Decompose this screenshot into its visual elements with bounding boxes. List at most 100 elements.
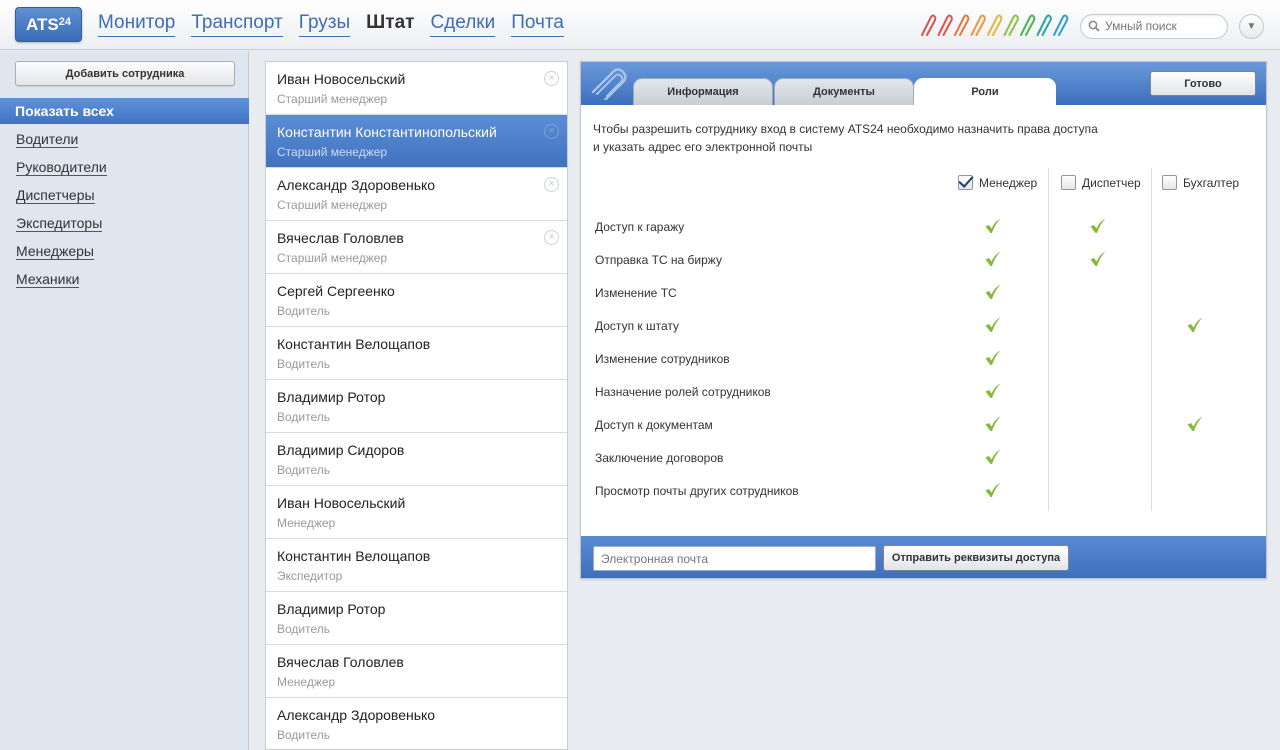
employee-role: Экспедитор <box>277 569 343 583</box>
remove-icon[interactable]: × <box>544 124 559 139</box>
remove-icon[interactable]: × <box>544 177 559 192</box>
employee-row[interactable]: Иван Новосельский Старший менеджер × <box>266 62 567 115</box>
paperclip-icon[interactable] <box>970 14 986 36</box>
tab-roles[interactable]: Роли <box>914 78 1056 106</box>
employee-row[interactable]: Владимир Ротор Водитель <box>266 380 567 433</box>
paperclip-icon[interactable] <box>1036 14 1052 36</box>
checkmark-icon <box>985 416 1001 431</box>
checkmark-icon <box>1187 317 1203 332</box>
permission-label: Назначение ролей сотрудников <box>595 385 771 399</box>
employee-role: Менеджер <box>277 516 336 530</box>
tab-information[interactable]: Информация <box>633 78 773 105</box>
column-divider <box>1048 168 1049 511</box>
filter-item: Руководители <box>16 159 107 187</box>
employee-role: Водитель <box>277 410 331 424</box>
tab-documents[interactable]: Документы <box>774 78 914 105</box>
search-input[interactable] <box>1105 19 1223 33</box>
role-dispatcher-checkbox[interactable] <box>1061 175 1076 190</box>
checkmark-icon <box>985 383 1001 398</box>
chevron-down-icon[interactable]: ▼ <box>1239 14 1264 39</box>
remove-icon[interactable]: × <box>544 230 559 245</box>
intro-line-2: и указать адрес его электронной почты <box>593 140 813 154</box>
filter-link[interactable]: Руководители <box>16 159 107 176</box>
add-employee-button[interactable]: Добавить сотрудника <box>15 61 235 86</box>
app-logo[interactable]: ATS24 <box>15 7 82 42</box>
logo-text: ATS <box>26 15 59 34</box>
employee-row[interactable]: Александр Здоровенько Водитель <box>266 698 567 749</box>
role-accountant[interactable]: Бухгалтер <box>1162 175 1239 190</box>
email-field[interactable] <box>593 546 876 571</box>
employee-role: Водитель <box>277 728 331 742</box>
employee-name: Александр Здоровенько <box>277 707 436 723</box>
filter-link[interactable]: Экспедиторы <box>16 215 103 232</box>
employee-row[interactable]: Константин Константинопольский Старший ме… <box>266 115 567 168</box>
filter-item: Экспедиторы <box>16 215 107 243</box>
paperclip-icon[interactable] <box>1020 14 1036 36</box>
role-manager-checkbox[interactable] <box>958 175 973 190</box>
employee-row[interactable]: Константин Велощапов Водитель <box>266 327 567 380</box>
employee-row[interactable]: Вячеслав Головлев Старший менеджер × <box>266 221 567 274</box>
employee-name: Владимир Сидоров <box>277 442 405 458</box>
nav-item[interactable]: Монитор <box>98 12 176 37</box>
filter-link[interactable]: Диспетчеры <box>16 187 95 204</box>
permission-label: Отправка ТС на биржу <box>595 253 722 267</box>
send-credentials-button[interactable]: Отправить реквизиты доступа <box>883 545 1069 571</box>
checkmark-icon <box>985 251 1001 266</box>
nav-item[interactable]: Почта <box>511 12 564 37</box>
employee-row[interactable]: Александр Здоровенько Старший менеджер × <box>266 168 567 221</box>
role-dispatcher[interactable]: Диспетчер <box>1061 175 1141 190</box>
paperclip-icon[interactable] <box>937 14 953 36</box>
employee-roles-panel: Информация Документы Роли Готово Чтобы р… <box>580 61 1267 579</box>
permission-label: Доступ к документам <box>595 418 713 432</box>
checkmark-icon <box>1090 251 1106 266</box>
permission-label: Заключение договоров <box>595 451 724 465</box>
nav-item[interactable]: Грузы <box>298 12 351 37</box>
paperclip-icon[interactable] <box>987 14 1003 36</box>
employee-row[interactable]: Владимир Сидоров Водитель <box>266 433 567 486</box>
roles-intro: Чтобы разрешить сотруднику вход в систем… <box>593 120 1098 156</box>
filter-link[interactable]: Водители <box>16 131 79 148</box>
nav-item[interactable]: Транспорт <box>191 12 283 37</box>
done-button[interactable]: Готово <box>1150 71 1256 96</box>
employee-name: Константин Велощапов <box>277 336 431 352</box>
employee-name: Владимир Ротор <box>277 389 386 405</box>
employee-name: Константин Велощапов <box>277 548 431 564</box>
employee-role: Водитель <box>277 463 331 477</box>
paperclip-icon <box>591 68 627 100</box>
nav-item[interactable]: Штат <box>366 12 414 37</box>
search-icon <box>1088 20 1100 32</box>
panel-header: Информация Документы Роли Готово <box>581 62 1266 106</box>
employee-row[interactable]: Иван Новосельский Менеджер <box>266 486 567 539</box>
top-bar: ATS24 Монитор Транспорт Грузы Штат Сделки Поч… <box>0 0 1280 50</box>
filter-link[interactable]: Механики <box>16 271 80 288</box>
paperclip-icon[interactable] <box>1003 14 1019 36</box>
checkmark-icon <box>1187 416 1203 431</box>
role-manager-label: Менеджер <box>979 175 1038 190</box>
checkmark-icon <box>985 350 1001 365</box>
paperclip-icon[interactable] <box>1053 14 1069 36</box>
permission-label: Доступ к штату <box>595 319 680 333</box>
checkmark-icon <box>985 482 1001 497</box>
employee-role: Водитель <box>277 357 331 371</box>
employee-role: Старший менеджер <box>277 92 388 106</box>
employee-name: Сергей Сергеенко <box>277 283 395 299</box>
filter-link[interactable]: Менеджеры <box>16 243 94 260</box>
employee-row[interactable]: Владимир Ротор Водитель <box>266 592 567 645</box>
role-manager[interactable]: Менеджер <box>958 175 1037 190</box>
employee-row[interactable]: Вячеслав Головлев Менеджер <box>266 645 567 698</box>
remove-icon[interactable]: × <box>544 71 559 86</box>
employee-row[interactable]: Константин Велощапов Экспедитор <box>266 539 567 592</box>
paperclip-icon[interactable] <box>921 14 937 36</box>
role-accountant-checkbox[interactable] <box>1162 175 1177 190</box>
employee-row[interactable]: Сергей Сергеенко Водитель <box>266 274 567 327</box>
nav-item[interactable]: Сделки <box>430 12 496 37</box>
employee-name: Иван Новосельский <box>277 495 406 511</box>
permission-label: Изменение ТС <box>595 286 677 300</box>
smart-search[interactable] <box>1080 14 1228 39</box>
checkmark-icon <box>985 449 1001 464</box>
filter-item: Механики <box>16 271 107 299</box>
paperclip-icon[interactable] <box>954 14 970 36</box>
show-all-filter[interactable]: Показать всех <box>0 98 249 124</box>
employee-role: Водитель <box>277 622 331 636</box>
intro-line-1: Чтобы разрешить сотруднику вход в систем… <box>593 122 1098 136</box>
